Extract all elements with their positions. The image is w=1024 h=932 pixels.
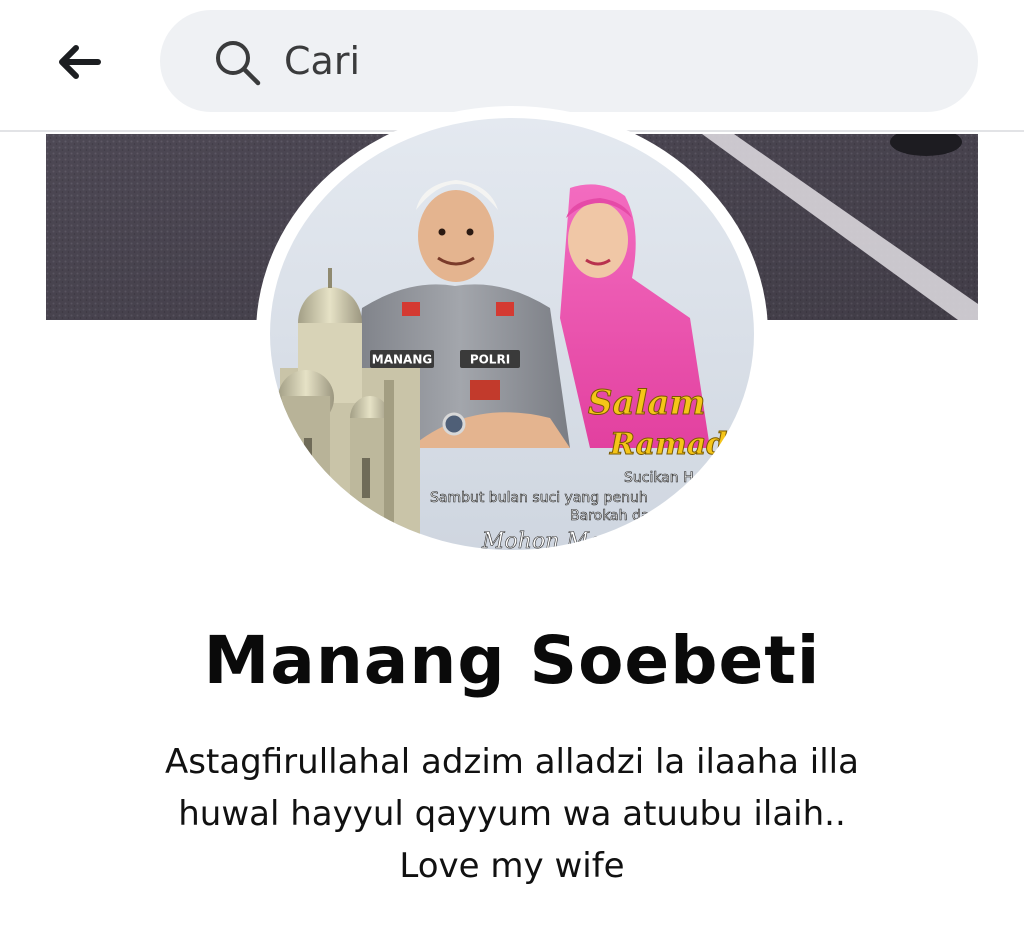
profile-bio: Astagfirullahal adzim alladzi la ilaaha … [60, 736, 964, 892]
name-tag-text: MANANG [372, 353, 432, 367]
uniform-tag-text: POLRI [470, 353, 510, 367]
arrow-left-icon [59, 45, 101, 79]
search-bar[interactable] [160, 10, 978, 112]
bio-line: Love my wife [399, 846, 625, 886]
back-button[interactable] [48, 38, 110, 86]
greeting-line-3: Barokah dan A [570, 508, 673, 524]
greeting-title-2: Ramadhan [609, 427, 754, 462]
bio-line: Astagfirullahal adzim alladzi la ilaaha … [165, 742, 859, 782]
profile-picture[interactable]: MANANG POLRI Salam Ramadhan Sucikan H Sa… [256, 106, 768, 562]
greeting-line-1: Sucikan H [624, 470, 694, 486]
search-input[interactable] [284, 32, 924, 90]
greeting-signoff: Mohon Maaf [481, 529, 627, 550]
profile-name: Manang Soebeti [203, 622, 821, 699]
bio-line: huwal hayyul qayyum wa atuubu ilaih.. [178, 794, 846, 834]
search-icon [216, 41, 261, 86]
profile-picture-image: MANANG POLRI Salam Ramadhan Sucikan H Sa… [270, 118, 754, 550]
greeting-line-2: Sambut bulan suci yang penuh [430, 490, 648, 506]
greeting-title-1: Salam [588, 383, 706, 423]
